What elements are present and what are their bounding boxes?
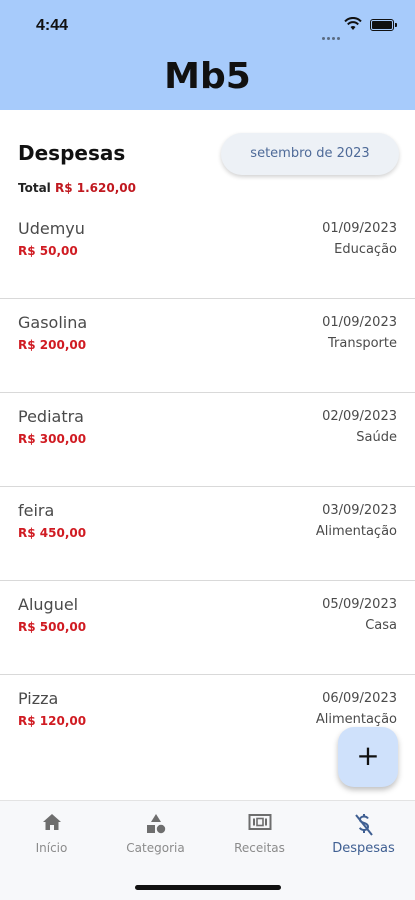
- battery-icon: [370, 19, 397, 31]
- expense-value: R$ 500,00: [18, 620, 87, 634]
- expense-category: Transporte: [328, 336, 397, 351]
- expense-name: Gasolina: [18, 313, 88, 332]
- tab-receitas[interactable]: Receitas: [208, 801, 311, 871]
- expense-name: Pediatra: [18, 407, 84, 426]
- expense-date: 01/09/2023: [322, 221, 397, 236]
- expense-value: R$ 50,00: [18, 244, 78, 258]
- tab-inicio[interactable]: Início: [0, 801, 103, 871]
- total-value: R$ 1.620,00: [54, 181, 136, 195]
- home-indicator: [135, 885, 281, 890]
- list-item[interactable]: feira R$ 450,00 03/09/2023 Alimentação: [0, 487, 415, 581]
- tab-label: Início: [35, 841, 68, 855]
- list-item[interactable]: Pediatra R$ 300,00 02/09/2023 Saúde: [0, 393, 415, 487]
- total-label: Total: [18, 181, 51, 195]
- expense-date: 02/09/2023: [322, 409, 397, 424]
- tab-label: Receitas: [234, 841, 285, 855]
- tab-categoria[interactable]: Categoria: [104, 801, 207, 871]
- list-item[interactable]: Gasolina R$ 200,00 01/09/2023 Transporte: [0, 299, 415, 393]
- expense-name: Pizza: [18, 689, 59, 708]
- expense-category: Educação: [334, 242, 397, 257]
- expense-date: 01/09/2023: [322, 315, 397, 330]
- expense-value: R$ 120,00: [18, 714, 87, 728]
- tab-despesas[interactable]: Despesas: [312, 801, 415, 871]
- expense-name: Aluguel: [18, 595, 79, 614]
- expense-date: 05/09/2023: [322, 597, 397, 612]
- total-summary: Total R$ 1.620,00: [18, 181, 136, 195]
- app-title: Mb5: [164, 56, 251, 97]
- tab-label: Despesas: [332, 841, 395, 856]
- expense-value: R$ 450,00: [18, 526, 87, 540]
- month-filter-button[interactable]: setembro de 2023: [221, 133, 399, 175]
- tab-label: Categoria: [126, 841, 185, 855]
- home-icon: [42, 814, 61, 830]
- cellular-signal-icon: [322, 25, 342, 40]
- expense-category: Casa: [365, 618, 397, 633]
- page-title: Despesas: [18, 141, 126, 165]
- expense-name: Udemyu: [18, 219, 85, 238]
- list-item[interactable]: Aluguel R$ 500,00 05/09/2023 Casa: [0, 581, 415, 675]
- list-item[interactable]: Udemyu R$ 50,00 01/09/2023 Educação: [0, 205, 415, 299]
- shapes-icon: [146, 814, 165, 834]
- expense-date: 06/09/2023: [322, 691, 397, 706]
- expense-category: Alimentação: [315, 712, 397, 727]
- expense-name: feira: [18, 501, 55, 520]
- dollar-slash-icon: [354, 814, 373, 836]
- status-time: 4:44: [36, 17, 69, 34]
- expense-value: R$ 300,00: [18, 432, 87, 446]
- expense-date: 03/09/2023: [322, 503, 397, 518]
- expense-category: Saúde: [356, 430, 397, 445]
- status-bar: 4:44: [0, 0, 415, 54]
- wifi-icon: [344, 17, 362, 30]
- add-expense-button[interactable]: +: [338, 727, 398, 787]
- expense-list: Udemyu R$ 50,00 01/09/2023 Educação Gaso…: [0, 205, 415, 769]
- expense-category: Alimentação: [315, 524, 397, 539]
- cash-icon: [248, 814, 271, 830]
- expense-value: R$ 200,00: [18, 338, 87, 352]
